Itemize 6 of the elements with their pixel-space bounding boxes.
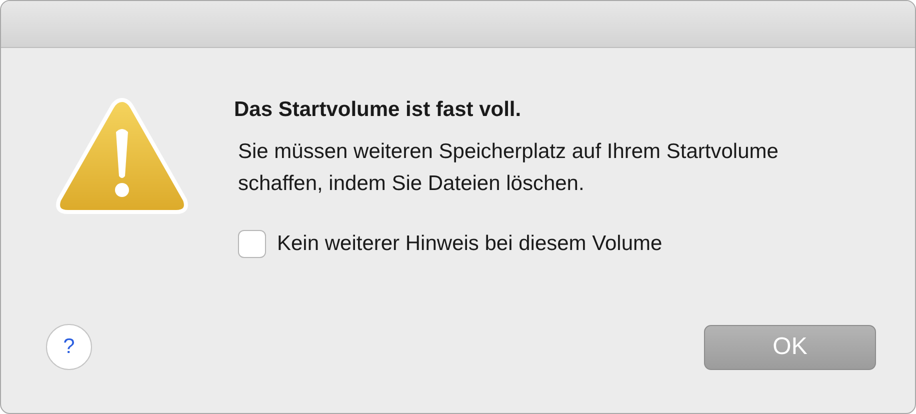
dialog-message: Sie müssen weiteren Speicherplatz auf Ihrem Startvolume schaffen, indem Sie Dateien löschen. xyxy=(238,139,780,197)
dialog-title: Das Startvolume ist fast voll. xyxy=(234,98,522,122)
help-button[interactable]: ? xyxy=(46,324,92,370)
checkbox-label[interactable]: Kein weiterer Hinweis bei diesem Volume xyxy=(277,232,662,256)
warning-icon xyxy=(54,96,190,216)
checkbox[interactable] xyxy=(238,230,266,258)
